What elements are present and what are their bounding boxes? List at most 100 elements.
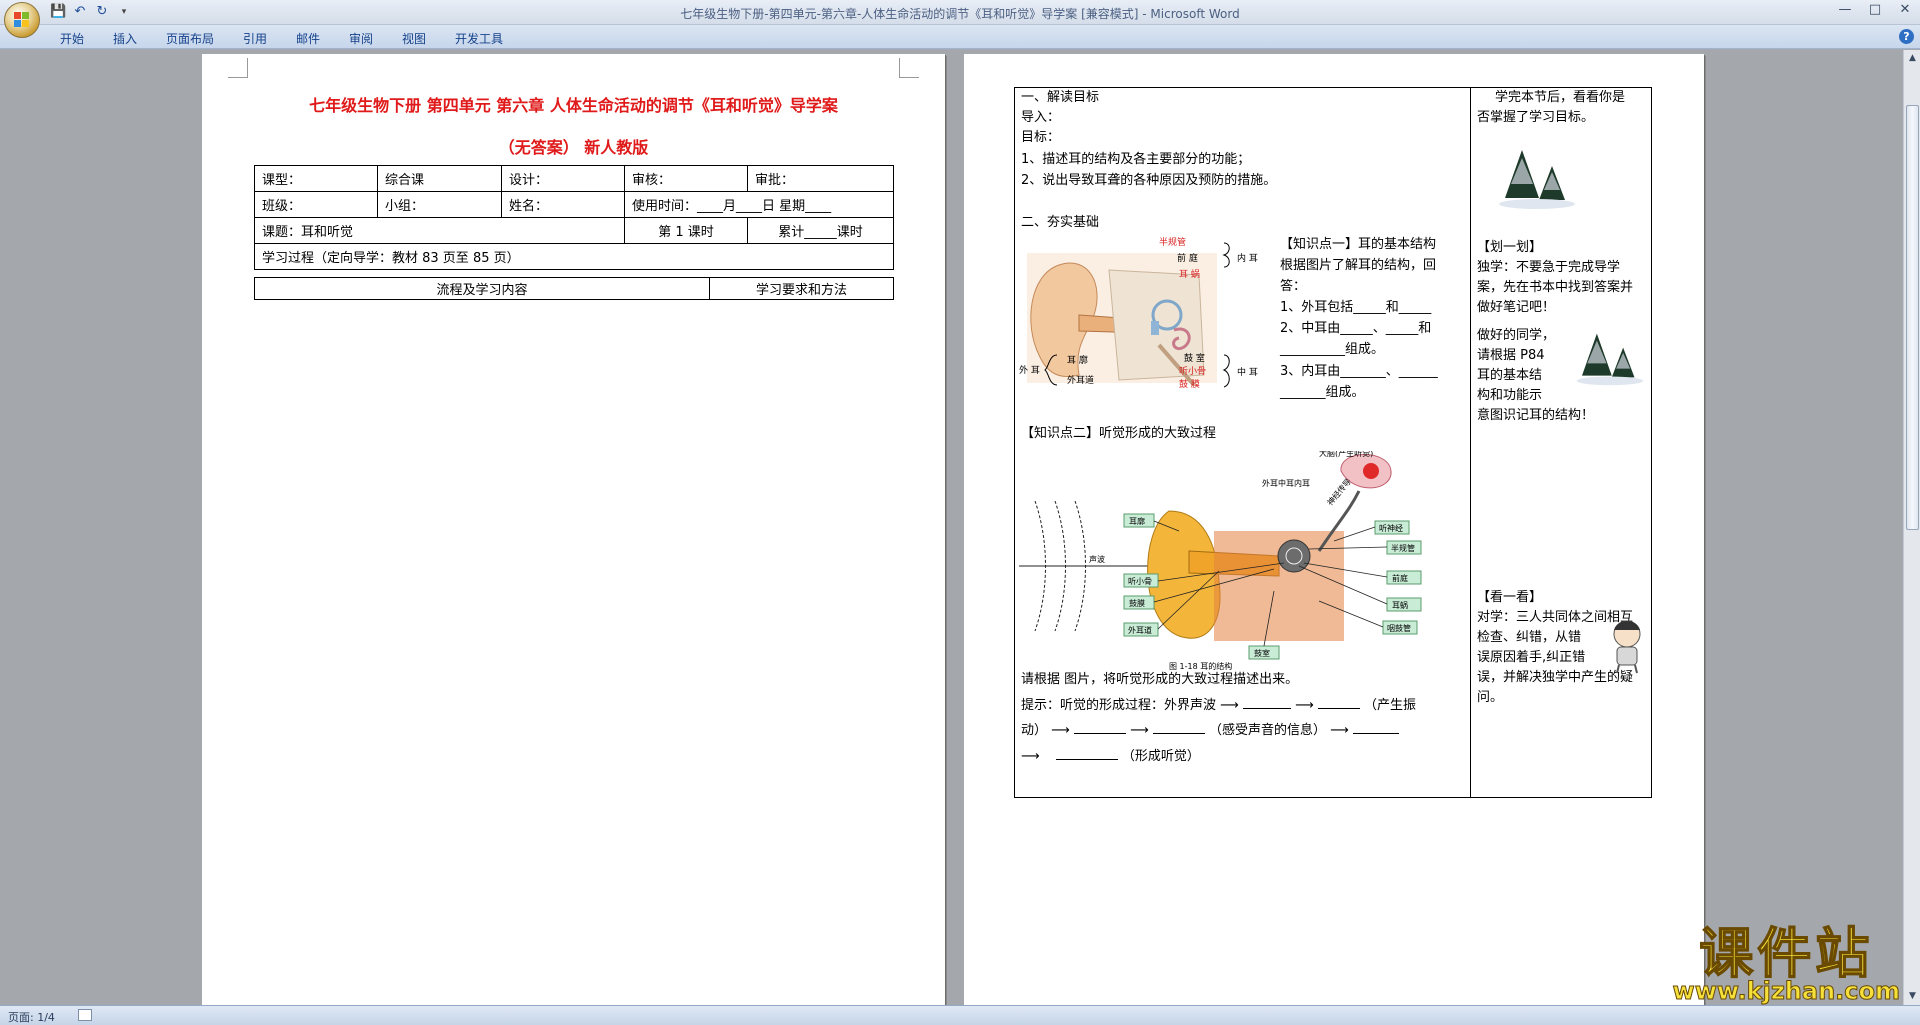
hair-shape	[1614, 621, 1640, 630]
table-cell: 第 1 课时	[624, 217, 748, 244]
label-inner-ear-tag: 内耳	[1294, 478, 1310, 488]
table-cell: 审批：	[747, 165, 894, 192]
label-inner-ear: 内 耳	[1237, 252, 1258, 264]
label-cochlea: 耳蜗	[1392, 600, 1408, 610]
column-divider	[1470, 88, 1471, 797]
label-middle-ear-tag: 中耳	[1278, 478, 1294, 488]
question-3: 3、内耳由_______、______	[1280, 364, 1438, 379]
text-line: 否掌握了学习目标。	[1477, 110, 1595, 125]
page-indicator[interactable]: 页面: 1/4	[8, 1009, 55, 1025]
cochlea-shape	[1277, 539, 1311, 573]
help-icon[interactable]: ?	[1899, 29, 1914, 44]
hint-line-1: 提示：听觉的形成过程：外界声波 ⟶ ⟶ （产生振	[1021, 695, 1416, 716]
snow-trees-icon	[1576, 333, 1644, 386]
arrow-icon: ⟶	[1295, 698, 1314, 713]
page-2: 一、解读目标 导入： 目标： 1、描述耳的结构及各主要部分的功能； 2、说出导致…	[964, 54, 1704, 1005]
scroll-thumb[interactable]	[1906, 105, 1919, 530]
section-heading: 二、夯实基础	[1021, 215, 1100, 230]
table-cell: 累计_____课时	[747, 217, 894, 244]
tab-references[interactable]: 引用	[243, 30, 267, 47]
document-title: 七年级生物下册 第四单元 第六章 人体生命活动的调节《耳和听觉》导学案	[309, 96, 838, 115]
table-cell: 综合课	[377, 165, 502, 192]
label-auditory-nerve: 听神经	[1379, 523, 1403, 533]
label-nerve-path: 神经传导	[1325, 476, 1353, 507]
text-line: 意图识记耳的结构！	[1477, 408, 1595, 423]
hint-line-3: ⟶ （形成听觉）	[1021, 746, 1200, 767]
question-3-cont: _______组成。	[1280, 385, 1365, 400]
title-bar: 💾 ↶ ↻ ▾ 七年级生物下册-第四单元-第六章-人体生命活动的调节《耳和听觉》…	[0, 0, 1920, 38]
watermark-text: 课件站	[1699, 922, 1874, 985]
text-line: 导入：	[1021, 110, 1061, 125]
table-cell: 学习过程（定向导学：教材 83 页至 85 页）	[254, 243, 894, 270]
page-1: 七年级生物下册 第四单元 第六章 人体生命活动的调节《耳和听觉》导学案 （无答案…	[202, 54, 945, 1005]
maximize-icon[interactable]: □	[1860, 0, 1890, 22]
label-outer-ear-tag: 外耳	[1262, 478, 1278, 488]
question-2: 2、中耳由_____、_____和	[1280, 321, 1432, 336]
table-cell: 设计：	[501, 165, 625, 192]
text-line: 根据图片了解耳的结构，回	[1280, 258, 1437, 273]
leg-shape	[1634, 664, 1638, 674]
tab-mailings[interactable]: 邮件	[296, 30, 320, 47]
window-controls: — □ ✕	[1830, 0, 1920, 22]
text-line: 问。	[1477, 690, 1504, 705]
section-heading: 【看一看】	[1477, 590, 1543, 605]
study-table: 一、解读目标 导入： 目标： 1、描述耳的结构及各主要部分的功能； 2、说出导致…	[1014, 87, 1652, 798]
proofing-icon[interactable]	[78, 1009, 92, 1021]
knowledge-point-1: 【知识点一】耳的基本结构	[1280, 237, 1437, 252]
table-cell: 学习要求和方法	[709, 277, 894, 300]
label-cochlea: 耳 蜗	[1179, 269, 1200, 280]
middle-brace	[1222, 354, 1230, 388]
answer-blank[interactable]	[1242, 695, 1291, 709]
text-line: 误原因着手,纠正错	[1477, 650, 1586, 665]
tab-home[interactable]: 开始	[60, 30, 84, 47]
label-auricle: 耳廓	[1129, 516, 1145, 526]
table-row: 学习过程（定向导学：教材 83 页至 85 页）	[254, 243, 894, 270]
arrow-icon: ⟶	[1021, 749, 1040, 764]
label-tympanic-cavity: 鼓室	[1254, 648, 1270, 658]
temporal-bone-shape	[1214, 531, 1344, 641]
arrow-icon: ⟶	[1330, 723, 1349, 738]
ear-structure-diagram: 半规管 前 庭 耳 蜗 内 耳 鼓 室 听小骨 鼓 膜 中 耳 耳 廓 外耳道 …	[1019, 236, 1258, 390]
window-title: 七年级生物下册-第四单元-第六章-人体生命活动的调节《耳和听觉》导学案 [兼容模…	[680, 7, 1240, 21]
ground-shape	[1499, 199, 1575, 209]
scroll-up-icon[interactable]: ▲	[1906, 52, 1919, 65]
table-row: 班级： 小组： 姓名： 使用时间：____月____日 星期____	[254, 191, 894, 218]
answer-blank[interactable]	[1152, 720, 1205, 734]
text-line: 做好的同学，	[1477, 328, 1556, 343]
table-row: 流程及学习内容 学习要求和方法	[254, 277, 894, 300]
hint-line-2: 动） ⟶ ⟶ （感受声音的信息） ⟶	[1021, 720, 1399, 741]
tab-review[interactable]: 审阅	[349, 30, 373, 47]
text-line: 答：	[1280, 279, 1307, 294]
process-header-table: 流程及学习内容 学习要求和方法	[254, 277, 894, 300]
tab-view[interactable]: 视图	[402, 30, 426, 47]
table-row: 课题：耳和听觉 第 1 课时 累计_____课时	[254, 217, 894, 244]
label-vestibule: 前庭	[1392, 573, 1408, 583]
answer-blank[interactable]	[1055, 746, 1118, 760]
tab-developer[interactable]: 开发工具	[455, 30, 503, 47]
vertical-scrollbar[interactable]: ▲ ▼	[1903, 50, 1920, 1005]
minimize-icon[interactable]: —	[1830, 0, 1860, 22]
label-ear-canal: 外耳道	[1128, 625, 1152, 635]
document-area: 七年级生物下册 第四单元 第六章 人体生命活动的调节《耳和听觉》导学案 （无答案…	[0, 50, 1903, 1005]
office-button[interactable]	[4, 2, 40, 38]
label-eustachian-tube: 咽鼓管	[1387, 623, 1411, 633]
cartoon-child-icon	[1613, 620, 1641, 674]
leg-shape	[1616, 664, 1620, 674]
answer-blank[interactable]	[1073, 720, 1126, 734]
arrow-icon: ⟶	[1051, 723, 1070, 738]
scroll-down-icon[interactable]: ▼	[1906, 990, 1919, 1003]
text-line: 检查、纠错，从错	[1477, 630, 1582, 645]
tab-insert[interactable]: 插入	[113, 30, 137, 47]
label-brain: 大脑(产生听觉)	[1319, 451, 1373, 458]
text-line: 耳的基本结	[1477, 368, 1543, 383]
label-auricle: 耳 廓	[1067, 354, 1088, 366]
snow-trees-icon	[1499, 150, 1575, 209]
text-line: 独学：不要急于完成导学	[1477, 260, 1621, 275]
close-icon[interactable]: ✕	[1890, 0, 1920, 22]
answer-blank[interactable]	[1352, 720, 1399, 734]
label-eardrum: 鼓膜	[1129, 598, 1145, 608]
answer-blank[interactable]	[1317, 695, 1360, 709]
question-2-cont: __________组成。	[1280, 342, 1385, 357]
text-line: 做好笔记吧！	[1477, 300, 1556, 315]
tab-page-layout[interactable]: 页面布局	[166, 30, 214, 47]
